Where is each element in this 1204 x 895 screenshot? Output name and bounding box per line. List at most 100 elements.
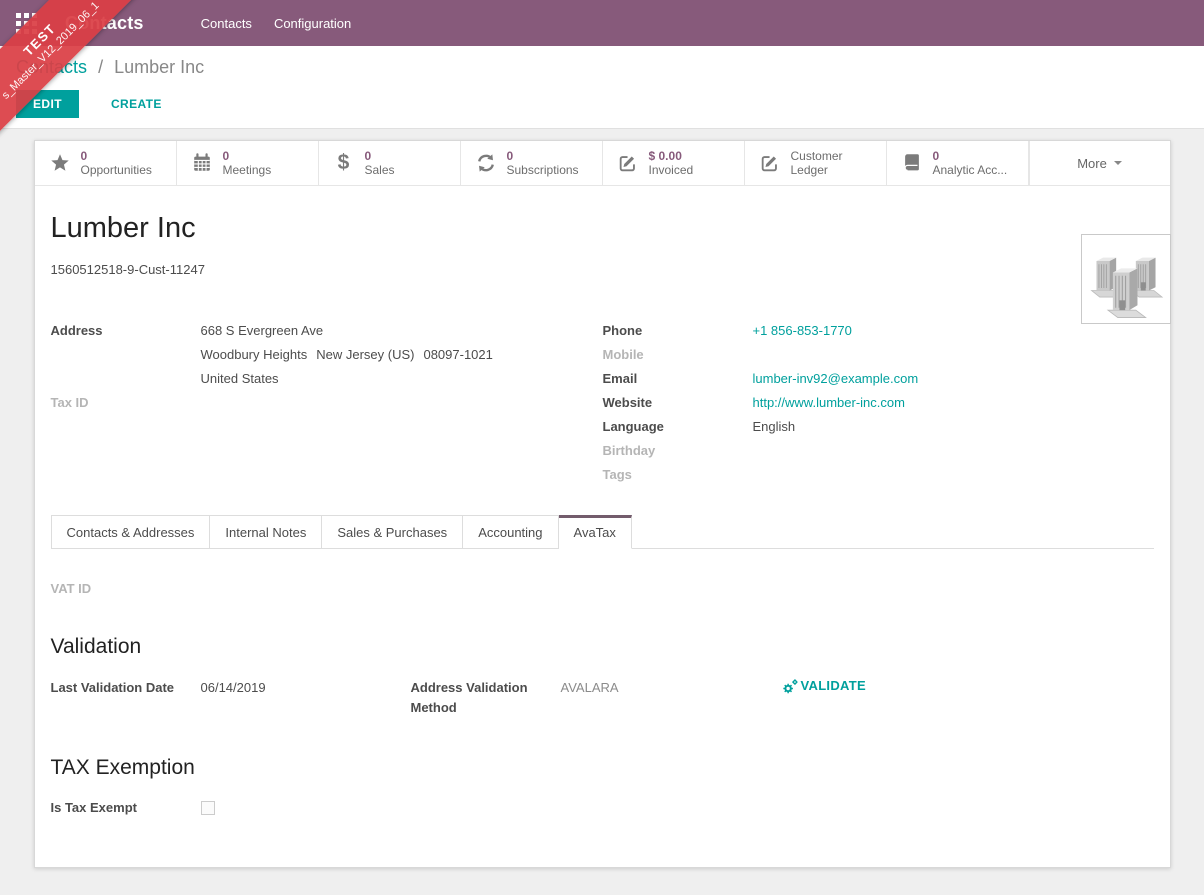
- stat-value: $ 0.00: [649, 149, 694, 163]
- website-label: Website: [603, 391, 753, 415]
- address-state: New Jersey (US): [316, 347, 414, 362]
- vat-id-label: VAT ID: [51, 581, 201, 597]
- book-icon: [900, 152, 924, 174]
- stat-button-analytic-accounts[interactable]: 0Analytic Acc...: [887, 141, 1029, 185]
- form-sheet: 0Opportunities 0Meetings $ 0Sales 0S: [34, 140, 1171, 868]
- address-street: 668 S Evergreen Ave: [201, 319, 493, 343]
- stat-label: Invoiced: [649, 163, 694, 177]
- email-label: Email: [603, 367, 753, 391]
- cogs-icon: [781, 678, 799, 696]
- last-validation-date-value: 06/14/2019: [201, 678, 266, 718]
- stat-value: 0: [365, 149, 395, 163]
- stat-label: Customer Ledger: [791, 149, 880, 177]
- field-mobile: Mobile: [603, 343, 1154, 367]
- fields-left-column: Address 668 S Evergreen Ave Woodbury Hei…: [51, 319, 603, 487]
- tab-accounting[interactable]: Accounting: [463, 515, 558, 549]
- star-icon: [48, 152, 72, 174]
- field-last-validation-date: Last Validation Date 06/14/2019: [51, 678, 411, 718]
- company-avatar: [1081, 234, 1171, 324]
- tab-avatax[interactable]: AvaTax: [559, 515, 632, 549]
- language-value: English: [753, 415, 796, 439]
- field-address: Address 668 S Evergreen Ave Woodbury Hei…: [51, 319, 603, 391]
- stat-label: Meetings: [223, 163, 272, 177]
- field-is-tax-exempt: Is Tax Exempt: [51, 800, 1154, 816]
- website-link[interactable]: http://www.lumber-inc.com: [753, 391, 905, 415]
- email-link[interactable]: lumber-inv92@example.com: [753, 367, 919, 391]
- avatax-tab-content: VAT ID Validation Last Validation Date 0…: [51, 549, 1154, 816]
- address-validation-method-value: AVALARA: [561, 678, 619, 718]
- stat-value: 0: [933, 149, 1008, 163]
- validate-button-label: VALIDATE: [801, 678, 866, 693]
- sheet-body: Lumber Inc 1560512518-9-Cust-11247 Addre…: [35, 211, 1170, 816]
- last-validation-date-label: Last Validation Date: [51, 678, 201, 718]
- notebook-tabbar: Contacts & Addresses Internal Notes Sale…: [51, 515, 1154, 549]
- more-button[interactable]: More: [1029, 141, 1170, 185]
- partner-name: Lumber Inc: [51, 211, 1154, 245]
- language-label: Language: [603, 415, 753, 439]
- validate-button[interactable]: VALIDATE: [781, 678, 866, 698]
- field-vat-id: VAT ID: [51, 581, 1154, 597]
- birthday-label: Birthday: [603, 439, 753, 463]
- stat-value: 0: [81, 149, 152, 163]
- address-city-line: Woodbury Heights New Jersey (US) 08097-102…: [201, 343, 493, 367]
- tab-sales-purchases[interactable]: Sales & Purchases: [322, 515, 463, 549]
- tab-contacts-addresses[interactable]: Contacts & Addresses: [51, 515, 211, 549]
- stat-button-customer-ledger[interactable]: Customer Ledger: [745, 141, 887, 185]
- address-validation-method-label: Address Validation Method: [411, 678, 561, 718]
- more-button-label: More: [1077, 156, 1107, 171]
- nav-item-configuration[interactable]: Configuration: [263, 10, 362, 37]
- stat-button-invoiced[interactable]: $ 0.00Invoiced: [603, 141, 745, 185]
- field-birthday: Birthday: [603, 439, 1154, 463]
- stat-button-sales[interactable]: $ 0Sales: [319, 141, 461, 185]
- edit-note-icon: [616, 152, 640, 174]
- nav-item-contacts[interactable]: Contacts: [190, 10, 263, 37]
- nav-menu: Contacts Configuration: [190, 10, 363, 37]
- tax-id-label: Tax ID: [51, 391, 201, 415]
- stat-value: 0: [223, 149, 272, 163]
- phone-label: Phone: [603, 319, 753, 343]
- address-label: Address: [51, 319, 201, 391]
- stat-button-meetings[interactable]: 0Meetings: [177, 141, 319, 185]
- create-button[interactable]: CREATE: [105, 96, 168, 112]
- dollar-icon: $: [332, 151, 356, 175]
- partner-fields: Address 668 S Evergreen Ave Woodbury Hei…: [51, 319, 1154, 487]
- address-value: 668 S Evergreen Ave Woodbury Heights New …: [201, 319, 493, 391]
- field-website: Website http://www.lumber-inc.com: [603, 391, 1154, 415]
- odoo-contacts-screen: Contacts Contacts Configuration Contacts…: [0, 0, 1204, 895]
- field-language: Language English: [603, 415, 1154, 439]
- tax-exemption-group-title: TAX Exemption: [51, 756, 1154, 780]
- stat-button-row: 0Opportunities 0Meetings $ 0Sales 0S: [35, 141, 1170, 186]
- breadcrumb-current: Lumber Inc: [114, 57, 204, 77]
- validation-fields-row: Last Validation Date 06/14/2019 Address …: [51, 678, 1154, 718]
- calendar-icon: [190, 152, 214, 174]
- control-panel: Contacts / Lumber Inc EDIT CREATE Action: [0, 46, 1204, 129]
- field-phone: Phone +1 856-853-1770: [603, 319, 1154, 343]
- content-area: 0Opportunities 0Meetings $ 0Sales 0S: [0, 129, 1204, 868]
- buildings-image: [1085, 238, 1167, 320]
- field-address-validation-method: Address Validation Method AVALARA: [411, 678, 781, 718]
- fields-right-column: Phone +1 856-853-1770 Mobile Email lumbe…: [603, 319, 1154, 487]
- stat-button-opportunities[interactable]: 0Opportunities: [35, 141, 177, 185]
- breadcrumb-separator: /: [98, 57, 103, 77]
- control-panel-buttons: EDIT CREATE: [16, 90, 1188, 118]
- partner-reference: 1560512518-9-Cust-11247: [51, 262, 1154, 277]
- validation-group-title: Validation: [51, 635, 1154, 659]
- stat-value: 0: [507, 149, 579, 163]
- mobile-label: Mobile: [603, 343, 753, 367]
- stat-button-subscriptions[interactable]: 0Subscriptions: [461, 141, 603, 185]
- field-email: Email lumber-inv92@example.com: [603, 367, 1154, 391]
- is-tax-exempt-checkbox[interactable]: [201, 801, 215, 815]
- address-zip: 08097-1021: [423, 347, 492, 362]
- stat-label: Analytic Acc...: [933, 163, 1008, 177]
- stat-label: Sales: [365, 163, 395, 177]
- address-country: United States: [201, 367, 493, 391]
- is-tax-exempt-label: Is Tax Exempt: [51, 800, 201, 816]
- field-tax-id: Tax ID: [51, 391, 603, 415]
- tab-internal-notes[interactable]: Internal Notes: [210, 515, 322, 549]
- field-tags: Tags: [603, 463, 1154, 487]
- phone-link[interactable]: +1 856-853-1770: [753, 319, 852, 343]
- tags-label: Tags: [603, 463, 753, 487]
- stat-label: Subscriptions: [507, 163, 579, 177]
- caret-down-icon: [1114, 161, 1122, 165]
- address-city: Woodbury Heights: [201, 347, 308, 362]
